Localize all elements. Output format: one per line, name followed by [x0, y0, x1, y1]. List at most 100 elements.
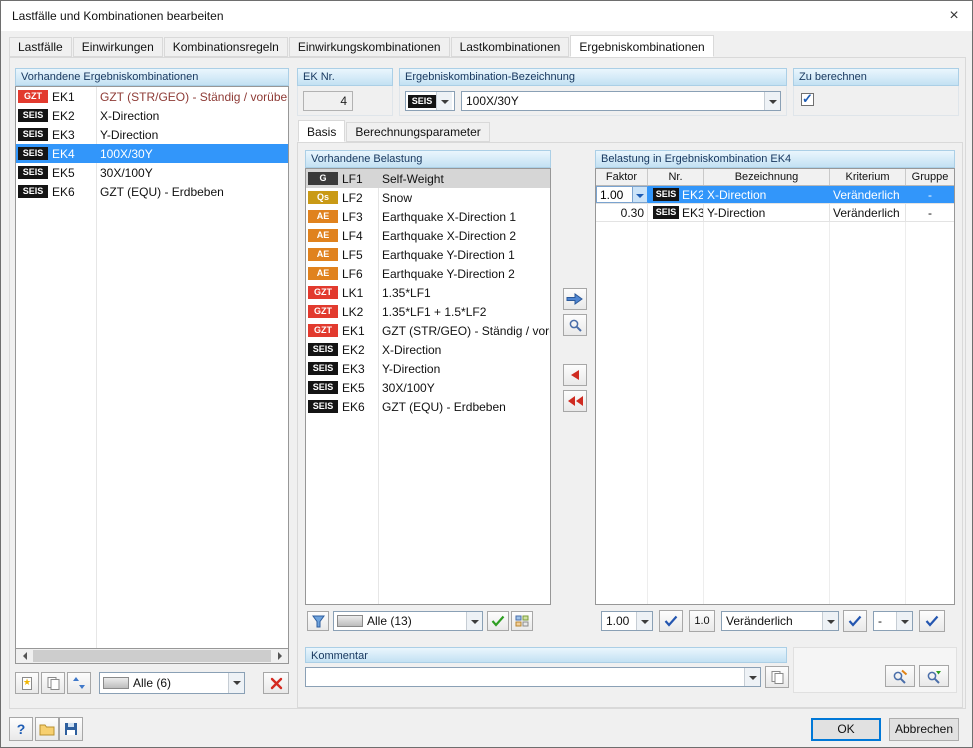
cancel-button[interactable]: Abbrechen	[889, 718, 959, 741]
check-icon	[925, 615, 939, 627]
category-badge-gzt: GZT	[308, 324, 338, 337]
item-label: GZT (EQU) - Erdbeben	[94, 185, 288, 199]
check-icon	[664, 615, 678, 627]
renumber-button[interactable]	[67, 672, 91, 694]
nr-cell[interactable]: SEISEK2	[648, 186, 704, 203]
gruppe-dropdown[interactable]: -	[873, 611, 913, 631]
combination-table[interactable]: FaktorNr.BezeichnungKriteriumGruppe 1.00…	[595, 168, 955, 605]
empty-column	[830, 222, 906, 604]
apply-filter-button[interactable]	[487, 611, 509, 631]
faktor-dropdown[interactable]: 1.00	[601, 611, 653, 631]
combination-row[interactable]: 0.30SEISEK3Y-DirectionVeränderlich-	[596, 204, 954, 222]
tab-berechnungsparameter[interactable]: Berechnungsparameter	[346, 122, 489, 142]
faktor-cell[interactable]: 1.00	[596, 186, 648, 203]
load-item[interactable]: AELF6Earthquake Y-Direction 2	[306, 264, 550, 283]
main-tab-6[interactable]: Ergebniskombinationen	[570, 35, 713, 57]
result-combination-item[interactable]: SEISEK6GZT (EQU) - Erdbeben	[16, 182, 288, 201]
load-item[interactable]: SEISEK2X-Direction	[306, 340, 550, 359]
load-item[interactable]: GZTLK21.35*LF1 + 1.5*LF2	[306, 302, 550, 321]
main-tab-2[interactable]: Einwirkungen	[73, 37, 163, 57]
dropdown-arrow-icon[interactable]	[636, 612, 652, 630]
load-item[interactable]: SEISEK3Y-Direction	[306, 359, 550, 378]
save-icon	[64, 722, 78, 736]
scroll-left-button[interactable]	[16, 649, 32, 663]
apply-faktor-button[interactable]	[659, 610, 683, 632]
gruppe-cell[interactable]: -	[906, 186, 954, 203]
load-item[interactable]: SEISEK530X/100Y	[306, 378, 550, 397]
reset-faktor-button[interactable]: 1.0	[689, 610, 715, 632]
faktor-dropdown-button[interactable]	[632, 187, 647, 202]
zu-berechnen-header: Zu berechnen	[793, 68, 959, 86]
copy-icon	[46, 676, 61, 691]
filter-settings-button[interactable]	[511, 611, 533, 631]
item-label: X-Direction	[94, 109, 288, 123]
result-combination-item[interactable]: SEISEK3Y-Direction	[16, 125, 288, 144]
open-button[interactable]	[35, 717, 59, 741]
svg-text:★: ★	[22, 677, 30, 687]
filter-button[interactable]	[307, 611, 329, 631]
filter-color-swatch	[103, 677, 129, 689]
copy-combination-button[interactable]	[41, 672, 65, 694]
scroll-right-button[interactable]	[272, 649, 288, 663]
new-combination-button[interactable]: ★	[15, 672, 39, 694]
check-values-button[interactable]	[885, 665, 915, 687]
save-button[interactable]	[59, 717, 83, 741]
load-filter-value: Alle (13)	[363, 614, 466, 628]
load-item[interactable]: AELF4Earthquake X-Direction 2	[306, 226, 550, 245]
delete-combination-button[interactable]	[263, 672, 289, 694]
bezeichnung-cell[interactable]: X-Direction	[704, 186, 830, 203]
bezeichnung-cell[interactable]: Y-Direction	[704, 204, 830, 221]
nr-cell[interactable]: SEISEK3	[648, 204, 704, 221]
main-tab-3[interactable]: Kombinationsregeln	[164, 37, 288, 57]
close-button[interactable]: ×	[936, 1, 972, 31]
result-combination-item[interactable]: SEISEK530X/100Y	[16, 163, 288, 182]
dropdown-arrow-icon[interactable]	[896, 612, 912, 630]
faktor-cell[interactable]: 0.30	[596, 204, 648, 221]
kommentar-copy-button[interactable]	[765, 666, 789, 688]
kriterium-cell[interactable]: Veränderlich	[830, 186, 906, 203]
type-dropdown[interactable]: SEIS	[405, 91, 455, 111]
result-combinations-list[interactable]: GZTEK1GZT (STR/GEO) - Ständig / vorüberg…	[15, 86, 289, 649]
view-load-button[interactable]	[563, 314, 587, 336]
display-settings-button[interactable]	[919, 665, 949, 687]
add-to-combination-button[interactable]	[563, 288, 587, 310]
result-combination-item[interactable]: SEISEK2X-Direction	[16, 106, 288, 125]
result-list-hscrollbar[interactable]	[15, 649, 289, 664]
combination-filter-dropdown[interactable]: Alle (6)	[99, 672, 245, 694]
kriterium-cell[interactable]: Veränderlich	[830, 204, 906, 221]
belastung-list[interactable]: GLF1Self-WeightQsLF2SnowAELF3Earthquake …	[305, 168, 551, 605]
help-button[interactable]: ?	[9, 717, 33, 741]
combination-row[interactable]: 1.00SEISEK2X-DirectionVeränderlich-	[596, 186, 954, 204]
dropdown-arrow-icon[interactable]	[466, 612, 482, 630]
main-tab-4[interactable]: Einwirkungskombinationen	[289, 37, 450, 57]
dropdown-arrow-icon[interactable]	[744, 668, 760, 686]
main-tab-5[interactable]: Lastkombinationen	[451, 37, 570, 57]
scroll-thumb[interactable]	[33, 650, 271, 662]
load-item[interactable]: AELF3Earthquake X-Direction 1	[306, 207, 550, 226]
load-item[interactable]: GLF1Self-Weight	[306, 169, 550, 188]
apply-gruppe-button[interactable]	[919, 610, 945, 632]
bezeichnung-combobox[interactable]: 100X/30Y	[461, 91, 781, 111]
dropdown-arrow-icon[interactable]	[822, 612, 838, 630]
dropdown-arrow-icon[interactable]	[228, 673, 244, 693]
load-item[interactable]: GZTEK1GZT (STR/GEO) - Ständig / vorü	[306, 321, 550, 340]
apply-kriterium-button[interactable]	[843, 610, 867, 632]
remove-all-button[interactable]	[563, 390, 587, 412]
result-combination-item[interactable]: SEISEK4100X/30Y	[16, 144, 288, 163]
ok-button[interactable]: OK	[811, 718, 881, 741]
gruppe-cell[interactable]: -	[906, 204, 954, 221]
load-item[interactable]: AELF5Earthquake Y-Direction 1	[306, 245, 550, 264]
zu-berechnen-checkbox[interactable]	[801, 93, 814, 106]
load-filter-dropdown[interactable]: Alle (13)	[333, 611, 483, 631]
load-item[interactable]: QsLF2Snow	[306, 188, 550, 207]
dropdown-arrow-icon[interactable]	[436, 92, 452, 110]
remove-from-combination-button[interactable]	[563, 364, 587, 386]
kriterium-dropdown[interactable]: Veränderlich	[721, 611, 839, 631]
result-combination-item[interactable]: GZTEK1GZT (STR/GEO) - Ständig / vorüberg…	[16, 87, 288, 106]
kommentar-combobox[interactable]	[305, 667, 761, 687]
tab-basis[interactable]: Basis	[298, 120, 345, 142]
main-tab-1[interactable]: Lastfälle	[9, 37, 72, 57]
load-item[interactable]: GZTLK11.35*LF1	[306, 283, 550, 302]
dropdown-arrow-icon[interactable]	[764, 92, 780, 110]
load-item[interactable]: SEISEK6GZT (EQU) - Erdbeben	[306, 397, 550, 416]
